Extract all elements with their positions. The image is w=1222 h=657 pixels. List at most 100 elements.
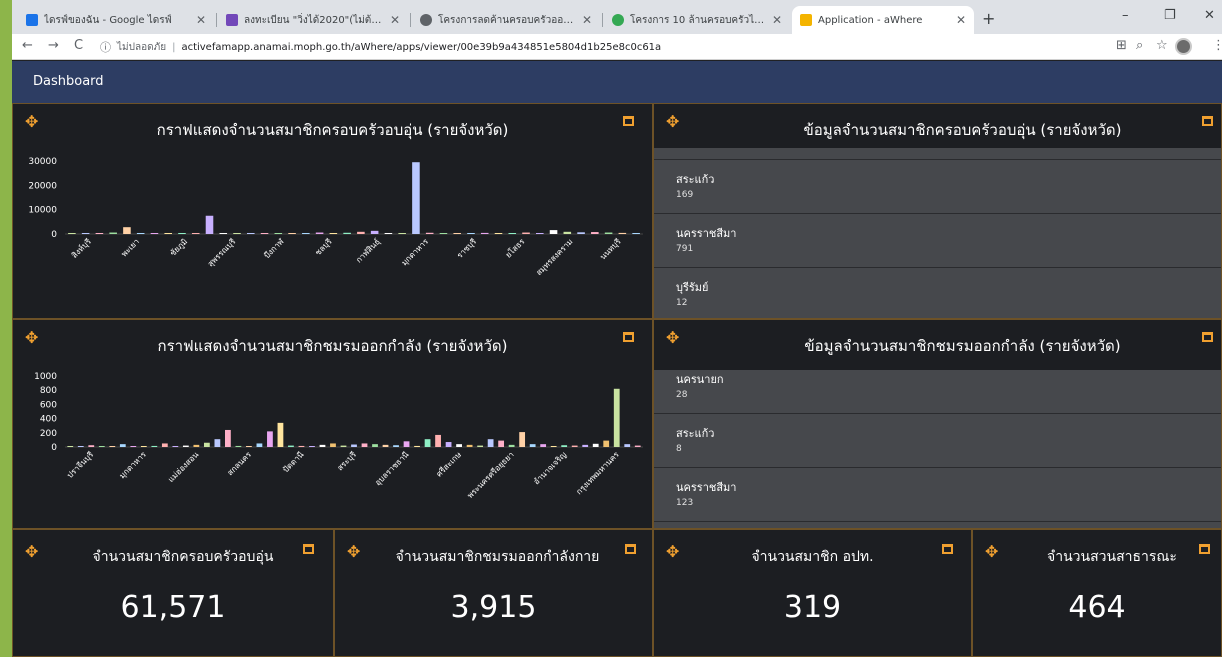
chart-bar[interactable] <box>277 422 284 447</box>
chart-bar[interactable] <box>302 233 310 234</box>
chart-bar[interactable] <box>267 431 273 447</box>
reload-button[interactable]: C <box>74 38 83 53</box>
family-list[interactable]: สระแก้ว 169 นครราชสีมา 791 บุรีรัมย์ 12 <box>654 148 1221 318</box>
maximize-icon[interactable] <box>1199 544 1210 554</box>
chart-bar[interactable] <box>529 444 536 447</box>
chart-bar[interactable] <box>632 233 640 234</box>
address-bar[interactable]: ⓘ ไม่ปลอดภัย | activefamapp.anamai.moph.… <box>100 37 1100 57</box>
chart-bar[interactable] <box>604 232 613 234</box>
chart-bar[interactable] <box>624 444 631 447</box>
chart-bar[interactable] <box>109 232 117 234</box>
chart-bar[interactable] <box>591 232 599 234</box>
chart-bar[interactable] <box>298 445 305 447</box>
chart-bar[interactable] <box>309 446 315 447</box>
chart-bar[interactable] <box>466 444 473 447</box>
chart-bar[interactable] <box>550 446 557 447</box>
chart-bar[interactable] <box>372 444 378 447</box>
chart-bar[interactable] <box>98 446 105 447</box>
browser-tab[interactable]: ไดรฟ์ของฉัน - Google ไดรฟ์ ✕ <box>18 6 214 34</box>
browser-tab-active[interactable]: Application - aWhere ✕ <box>792 6 974 34</box>
chart-bar[interactable] <box>382 444 389 447</box>
chart-bar[interactable] <box>494 233 503 234</box>
bookmark-star-icon[interactable]: ☆ <box>1156 38 1168 53</box>
chart-bar[interactable] <box>233 233 241 234</box>
chart-bar[interactable] <box>467 233 475 234</box>
chart-bar[interactable] <box>246 446 252 447</box>
info-icon[interactable]: ⓘ <box>100 39 111 55</box>
chart-bar[interactable] <box>370 230 379 234</box>
chart-bar[interactable] <box>260 233 269 234</box>
chart-bar[interactable] <box>522 232 530 234</box>
chart-bar[interactable] <box>414 445 420 447</box>
chart-bar[interactable] <box>151 445 158 447</box>
menu-icon[interactable]: ⋮ <box>1212 38 1222 53</box>
chart-bar[interactable] <box>150 233 159 234</box>
maximize-icon[interactable] <box>1202 332 1213 342</box>
maximize-icon[interactable] <box>625 544 636 554</box>
chart-bar[interactable] <box>178 233 186 234</box>
chart-bar[interactable] <box>81 233 90 234</box>
chart-bar[interactable] <box>618 232 627 234</box>
move-icon[interactable]: ✥ <box>666 114 679 130</box>
chart-bar[interactable] <box>519 432 526 447</box>
maximize-icon[interactable] <box>942 544 953 554</box>
close-window-button[interactable]: ✕ <box>1204 8 1215 23</box>
chart-bar[interactable] <box>77 446 84 447</box>
profile-avatar[interactable] <box>1175 38 1192 55</box>
restore-button[interactable]: ❐ <box>1164 8 1176 23</box>
chart-bar[interactable] <box>536 233 544 234</box>
chart-bar[interactable] <box>571 445 578 447</box>
close-tab-icon[interactable]: ✕ <box>772 13 782 27</box>
maximize-icon[interactable] <box>623 332 634 342</box>
chart-bar[interactable] <box>274 233 283 234</box>
list-item[interactable]: สระแก้ว 169 <box>654 160 1221 214</box>
chart-bar[interactable] <box>319 444 326 447</box>
chart-bar[interactable] <box>549 230 558 234</box>
chart-bar[interactable] <box>225 429 231 447</box>
chart-bar[interactable] <box>498 440 505 447</box>
chart-bar[interactable] <box>130 446 137 447</box>
chart-bar[interactable] <box>205 215 214 234</box>
forward-button[interactable]: → <box>48 38 59 53</box>
back-button[interactable]: ← <box>22 38 33 53</box>
browser-tab[interactable]: โครงการลดค้านครอบครัวออกกำลังกา ✕ <box>412 6 600 34</box>
chart-bar[interactable] <box>439 233 448 234</box>
move-icon[interactable]: ✥ <box>985 544 998 560</box>
new-tab-button[interactable]: + <box>982 9 995 28</box>
chart-bar[interactable] <box>123 227 131 234</box>
browser-tab[interactable]: ลงทะเบียน "วิ่งได้2020"(ไม่ต้องชนเ ✕ <box>218 6 408 34</box>
list-item[interactable]: นครนายก 28 <box>654 370 1221 414</box>
chart-bar[interactable] <box>68 233 76 234</box>
chart-bar[interactable] <box>384 233 393 234</box>
chart-bar[interactable] <box>172 446 179 447</box>
chart-bar[interactable] <box>191 233 200 234</box>
list-item[interactable]: นครราชสีมา 123 <box>654 468 1221 522</box>
list-item[interactable]: บุรีรัมย์ 12 <box>654 268 1221 318</box>
chart-bar[interactable] <box>247 233 255 234</box>
chart-bar[interactable] <box>412 162 420 234</box>
chart-bar[interactable] <box>88 445 95 447</box>
chart-bar[interactable] <box>582 444 589 447</box>
minimize-button[interactable]: – <box>1122 8 1129 23</box>
chart-bar[interactable] <box>119 444 126 447</box>
chart-bar[interactable] <box>445 442 452 447</box>
chart-bar[interactable] <box>351 444 357 447</box>
chart-bar[interactable] <box>109 446 116 447</box>
chart-bar[interactable] <box>219 233 228 234</box>
chart-bar[interactable] <box>480 232 489 234</box>
chart-bar[interactable] <box>435 434 441 447</box>
chart-bar[interactable] <box>508 444 515 447</box>
chart-bar[interactable] <box>453 233 461 234</box>
chart-bar[interactable] <box>540 444 547 447</box>
chart-bar[interactable] <box>424 439 431 447</box>
chart-bar[interactable] <box>235 445 242 447</box>
chart-bar[interactable] <box>140 446 147 447</box>
chart-bar[interactable] <box>613 388 620 447</box>
chart-bar[interactable] <box>288 233 296 234</box>
chart-bar[interactable] <box>592 443 599 447</box>
list-item[interactable] <box>654 148 1221 160</box>
club-list[interactable]: นครนายก 28 สระแก้ว 8 นครราชสีมา 123 <box>654 370 1221 528</box>
chart-bar[interactable] <box>161 443 168 447</box>
maximize-icon[interactable] <box>1202 116 1213 126</box>
list-item[interactable]: นครราชสีมา 791 <box>654 214 1221 268</box>
